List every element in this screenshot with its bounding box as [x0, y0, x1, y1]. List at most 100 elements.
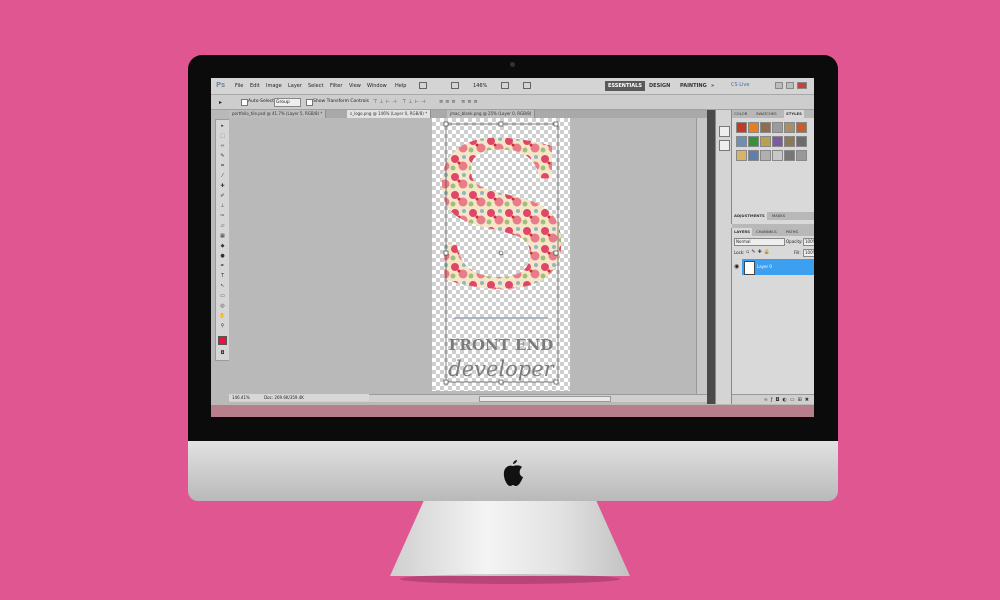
- menu-filter[interactable]: Filter: [330, 83, 342, 89]
- style-preset-swatch[interactable]: [784, 150, 795, 161]
- zoom-tool-icon[interactable]: ⚲: [219, 323, 226, 329]
- style-preset-swatch[interactable]: [772, 150, 783, 161]
- lasso-tool-icon[interactable]: ∾: [219, 143, 226, 149]
- menu-image[interactable]: Image: [266, 83, 282, 89]
- show-transform-checkbox[interactable]: [306, 99, 313, 106]
- layer-row[interactable]: Layer 0: [742, 259, 814, 275]
- stamp-tool-icon[interactable]: ⊥: [219, 203, 226, 209]
- style-preset-swatch[interactable]: [736, 122, 747, 133]
- tab-masks[interactable]: MASKS: [770, 212, 787, 220]
- pen-tool-icon[interactable]: ✒: [219, 263, 226, 269]
- fill-label: Fill:: [794, 250, 801, 255]
- style-preset-swatch[interactable]: [796, 136, 807, 147]
- tab-channels[interactable]: CHANNELS: [754, 228, 779, 236]
- style-preset-swatch[interactable]: [760, 150, 771, 161]
- bridge-icon[interactable]: [419, 82, 427, 89]
- eyedropper-tool-icon[interactable]: ⁄: [219, 173, 226, 179]
- lock-icons[interactable]: ▫✎✚🔒: [746, 249, 772, 255]
- menu-window[interactable]: Window: [367, 83, 387, 89]
- marquee-tool-icon[interactable]: ⬚: [219, 133, 226, 139]
- menu-select[interactable]: Select: [308, 83, 323, 89]
- scroll-thumb[interactable]: [479, 396, 611, 402]
- quick-select-tool-icon[interactable]: ✎: [219, 153, 226, 159]
- menu-help[interactable]: Help: [395, 83, 406, 89]
- tab-imac-blank[interactable]: jmac_blank.png @ 25% (Layer 0, RGB/8): [447, 110, 536, 118]
- brush-tool-icon[interactable]: ✐: [219, 193, 226, 199]
- style-preset-swatch[interactable]: [784, 136, 795, 147]
- style-preset-swatch[interactable]: [796, 122, 807, 133]
- align-icons[interactable]: ⊤⊥⊢⊣ ⊤⊥⊢⊣: [373, 99, 427, 105]
- style-preset-swatch[interactable]: [736, 150, 747, 161]
- move-tool-icon[interactable]: ▸: [219, 99, 222, 106]
- zoom-dropdown[interactable]: 146%: [473, 83, 487, 89]
- layer-name[interactable]: Layer 0: [757, 264, 772, 269]
- style-preset-swatch[interactable]: [772, 136, 783, 147]
- style-preset-swatch[interactable]: [748, 122, 759, 133]
- restore-icon[interactable]: [786, 82, 794, 89]
- healing-tool-icon[interactable]: ✚: [219, 183, 226, 189]
- tab-layers[interactable]: LAYERS: [732, 228, 752, 236]
- gradient-tool-icon[interactable]: ▦: [219, 233, 226, 239]
- group-icon[interactable]: ▭: [790, 397, 798, 403]
- workspace-more[interactable]: »: [708, 81, 717, 91]
- menu-layer[interactable]: Layer: [288, 83, 302, 89]
- tab-paths[interactable]: PATHS: [784, 228, 800, 236]
- tab-color[interactable]: COLOR: [732, 110, 749, 118]
- menu-view[interactable]: View: [349, 83, 361, 89]
- eye-icon[interactable]: ◉: [734, 263, 739, 270]
- hand-tool-icon[interactable]: ✋: [219, 313, 226, 319]
- style-preset-swatch[interactable]: [760, 136, 771, 147]
- cs-live[interactable]: CS Live: [731, 82, 749, 88]
- tab-swatches[interactable]: SWATCHES: [754, 110, 779, 118]
- delete-layer-icon[interactable]: ✖: [805, 397, 812, 403]
- workspace-essentials[interactable]: ESSENTIALS: [605, 81, 645, 91]
- minimize-icon[interactable]: [775, 82, 783, 89]
- foreground-color-swatch[interactable]: [218, 336, 227, 345]
- tab-styles[interactable]: STYLES: [784, 110, 804, 118]
- arrange-icon[interactable]: [451, 82, 459, 89]
- eraser-tool-icon[interactable]: ▱: [219, 223, 226, 229]
- adjust-layer-icon[interactable]: ◐: [782, 397, 789, 403]
- type-tool-icon[interactable]: T: [219, 273, 226, 279]
- style-preset-swatch[interactable]: [736, 136, 747, 147]
- fill-value[interactable]: 100%: [803, 249, 814, 257]
- history-brush-tool-icon[interactable]: ✑: [219, 213, 226, 219]
- workspace-design[interactable]: DESIGN: [646, 81, 673, 91]
- quick-mask-icon[interactable]: ◘: [219, 350, 226, 356]
- actions-icon[interactable]: [719, 140, 730, 151]
- opacity-value[interactable]: 100%: [803, 238, 814, 246]
- menu-file[interactable]: File: [235, 83, 243, 89]
- dodge-tool-icon[interactable]: ●: [219, 253, 226, 259]
- document-canvas[interactable]: S FRONT END developer: [432, 118, 570, 391]
- auto-select-dropdown[interactable]: Group: [274, 98, 301, 107]
- auto-select-checkbox[interactable]: [241, 99, 248, 106]
- link-layers-icon[interactable]: ∞: [764, 397, 771, 403]
- path-select-tool-icon[interactable]: ↖: [219, 283, 226, 289]
- style-preset-swatch[interactable]: [760, 122, 771, 133]
- menu-edit[interactable]: Edit: [250, 83, 260, 89]
- style-preset-swatch[interactable]: [796, 150, 807, 161]
- screen-mode-icon[interactable]: [501, 82, 509, 89]
- workspace-painting[interactable]: PAINTING: [677, 81, 710, 91]
- history-icon[interactable]: [719, 126, 730, 137]
- move-tool-icon[interactable]: ▸: [219, 123, 226, 129]
- tab-portfolio-tile[interactable]: portfolio_tile.psd @ 41.7% (Layer 5, RGB…: [229, 110, 327, 118]
- distribute-icons[interactable]: ≡≡≡ ≡≡≡: [439, 99, 480, 105]
- tab-s-logo[interactable]: s_logo.png @ 146% (Layer 0, RGB/8) *: [347, 110, 432, 118]
- new-layer-icon[interactable]: ⊞: [798, 397, 805, 403]
- canvas-area[interactable]: S FRONT END developer: [229, 118, 707, 404]
- tab-adjustments[interactable]: ADJUSTMENTS: [732, 212, 767, 220]
- style-preset-swatch[interactable]: [748, 136, 759, 147]
- style-preset-swatch[interactable]: [772, 122, 783, 133]
- close-icon[interactable]: [797, 82, 807, 89]
- shape-tool-icon[interactable]: ▭: [219, 293, 226, 299]
- extras-icon[interactable]: [523, 82, 531, 89]
- blur-tool-icon[interactable]: ◆: [219, 243, 226, 249]
- zoom-level[interactable]: 146.41%: [232, 395, 250, 400]
- blend-mode-dropdown[interactable]: Normal: [734, 238, 785, 246]
- style-preset-swatch[interactable]: [784, 122, 795, 133]
- crop-tool-icon[interactable]: ⌗: [219, 163, 226, 169]
- 3d-tool-icon[interactable]: ◎: [219, 303, 226, 309]
- adjustments-panel: ADJUSTMENTS MASKS: [731, 212, 814, 224]
- style-preset-swatch[interactable]: [748, 150, 759, 161]
